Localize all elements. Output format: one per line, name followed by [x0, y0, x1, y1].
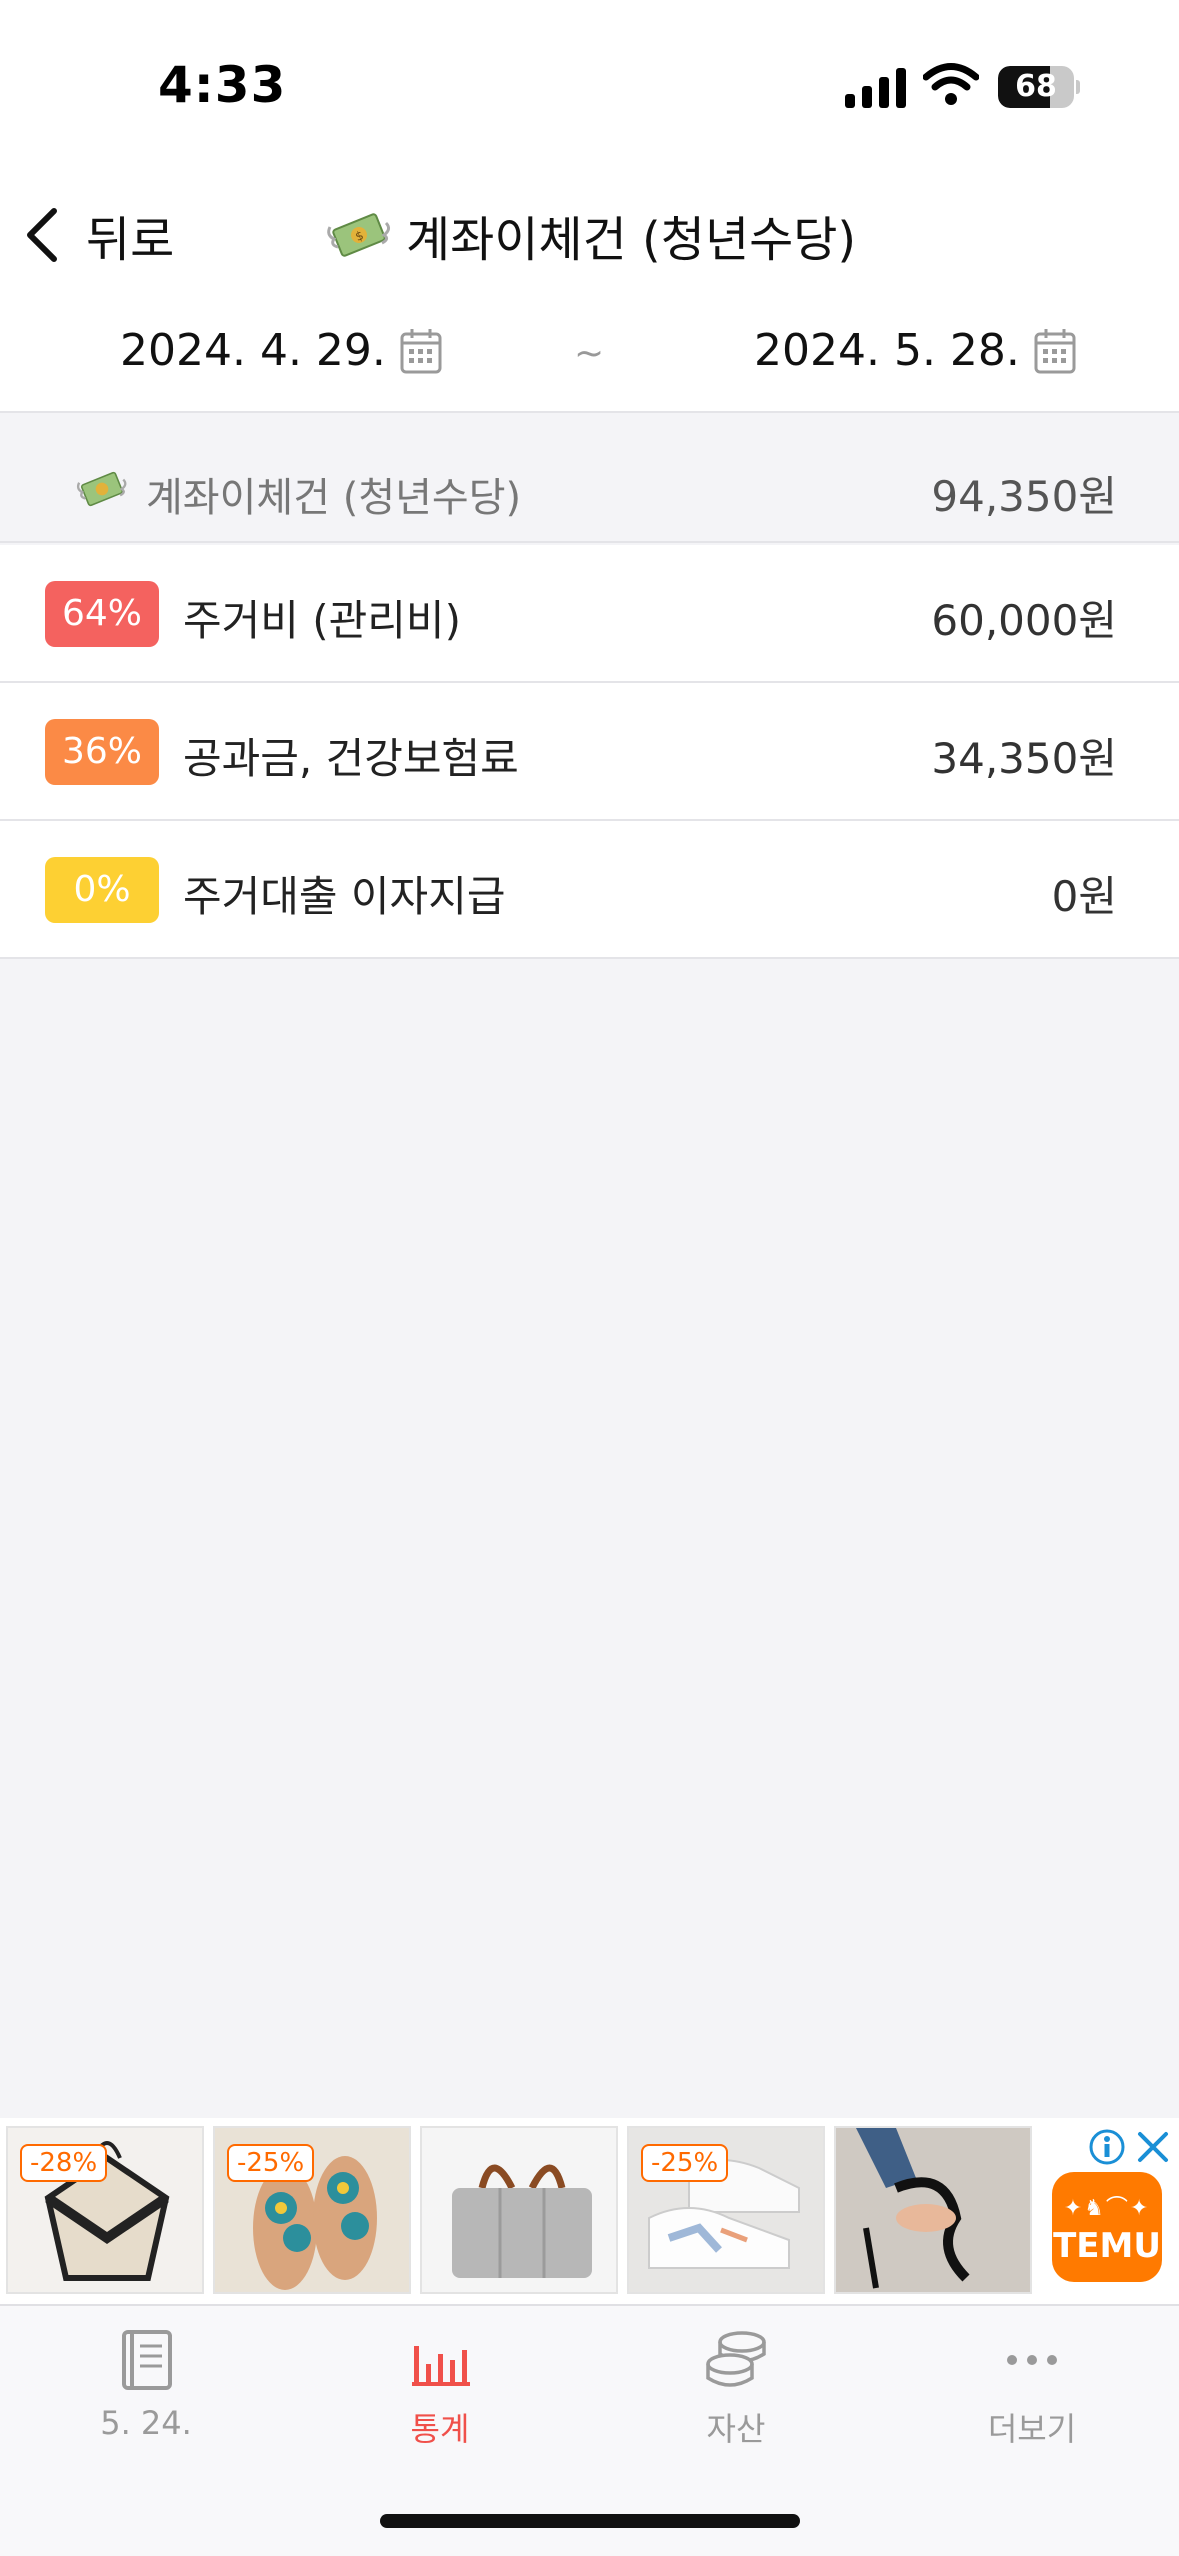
- battery-level: 68: [1015, 69, 1057, 104]
- nav-bar: 뒤로 $ 계좌이체건 (청년수당): [0, 175, 1179, 295]
- wifi-icon: [923, 63, 979, 105]
- summary-label: 계좌이체건 (청년수당): [146, 475, 522, 521]
- back-label: 뒤로: [86, 212, 175, 268]
- date-range: 2024. 4. 29. ~ 2024. 5. 28.: [0, 295, 1179, 413]
- calendar-icon: [400, 328, 442, 373]
- list-item[interactable]: 0% 주거대출 이자지급 0원: [0, 821, 1179, 959]
- ad-info-icon[interactable]: [1088, 2128, 1126, 2166]
- tab-label: 자산: [706, 2410, 766, 2448]
- percent-badge: 0%: [45, 857, 159, 923]
- tab-statistics[interactable]: 통계: [340, 2328, 540, 2458]
- app-screen: 4:33 68 뒤로 $ 계좌이체건 (청년수당) 2024. 4. 29. ~…: [0, 0, 1179, 2556]
- item-amount: 60,000원: [931, 596, 1117, 645]
- summary-amount: 94,350원: [931, 472, 1117, 521]
- page-title: $ 계좌이체건 (청년수당): [326, 195, 856, 275]
- more-dots-icon: [1007, 2355, 1057, 2365]
- discount-badge: -25%: [227, 2144, 315, 2182]
- discount-badge: -28%: [20, 2144, 108, 2182]
- tab-more[interactable]: 더보기: [932, 2328, 1132, 2458]
- end-date-picker[interactable]: 2024. 5. 28.: [754, 325, 1076, 376]
- temu-logo-glyphs: ✦♞⌒✦: [1063, 2196, 1151, 2221]
- tab-label: 5. 24.: [100, 2404, 192, 2442]
- start-date: 2024. 4. 29.: [120, 325, 386, 376]
- discount-badge: -25%: [641, 2144, 729, 2182]
- item-label: 공과금, 건강보험료: [183, 734, 519, 783]
- tab-label: 더보기: [987, 2410, 1077, 2448]
- tab-assets[interactable]: 자산: [636, 2328, 836, 2458]
- list-item[interactable]: 64% 주거비 (관리비) 60,000원: [0, 545, 1179, 683]
- tab-label: 통계: [410, 2410, 470, 2448]
- chevron-left-icon: [27, 208, 57, 262]
- item-label: 주거비 (관리비): [183, 596, 461, 645]
- money-with-wings-icon: $: [327, 213, 391, 257]
- tab-ledger[interactable]: 5. 24.: [46, 2328, 246, 2458]
- calendar-icon: [1034, 328, 1076, 373]
- ad-product-tile[interactable]: -25%: [627, 2126, 825, 2294]
- ad-product-tile[interactable]: -28%: [6, 2126, 204, 2294]
- cellular-signal-icon: [845, 68, 906, 108]
- date-separator: ~: [574, 333, 605, 374]
- end-date: 2024. 5. 28.: [754, 325, 1020, 376]
- item-amount: 34,350원: [931, 734, 1117, 783]
- battery-icon: 68: [998, 66, 1080, 108]
- ad-product-tile[interactable]: -25%: [213, 2126, 411, 2294]
- category-summary-row: 계좌이체건 (청년수당) 94,350원: [0, 413, 1179, 543]
- item-label: 주거대출 이자지급: [183, 872, 506, 921]
- status-bar: 4:33 68: [0, 0, 1179, 175]
- status-time: 4:33: [158, 56, 287, 114]
- temu-logo[interactable]: ✦♞⌒✦ TEMU: [1052, 2172, 1162, 2282]
- nav-title-text: 계좌이체건 (청년수당): [406, 212, 857, 268]
- bar-chart-icon: [412, 2346, 470, 2386]
- ad-close-icon[interactable]: [1134, 2128, 1172, 2166]
- felt-organizer-bag-image: [452, 2164, 592, 2278]
- percent-badge: 36%: [45, 719, 159, 785]
- ad-product-tile[interactable]: [834, 2126, 1032, 2294]
- percent-badge: 64%: [45, 581, 159, 647]
- list-item[interactable]: 36% 공과금, 건강보험료 34,350원: [0, 683, 1179, 821]
- item-amount: 0원: [1051, 872, 1117, 921]
- temu-logo-text: TEMU: [1053, 2226, 1161, 2266]
- high-heels-image: [856, 2128, 970, 2289]
- money-with-wings-icon: [76, 471, 127, 507]
- ad-banner[interactable]: -28% -25% -25%: [0, 2118, 1179, 2304]
- home-indicator[interactable]: [380, 2514, 800, 2528]
- coins-icon: [706, 2331, 766, 2387]
- start-date-picker[interactable]: 2024. 4. 29.: [120, 325, 442, 376]
- ad-product-tile[interactable]: [420, 2126, 618, 2294]
- back-button[interactable]: 뒤로: [20, 195, 174, 275]
- book-icon: [122, 2330, 172, 2390]
